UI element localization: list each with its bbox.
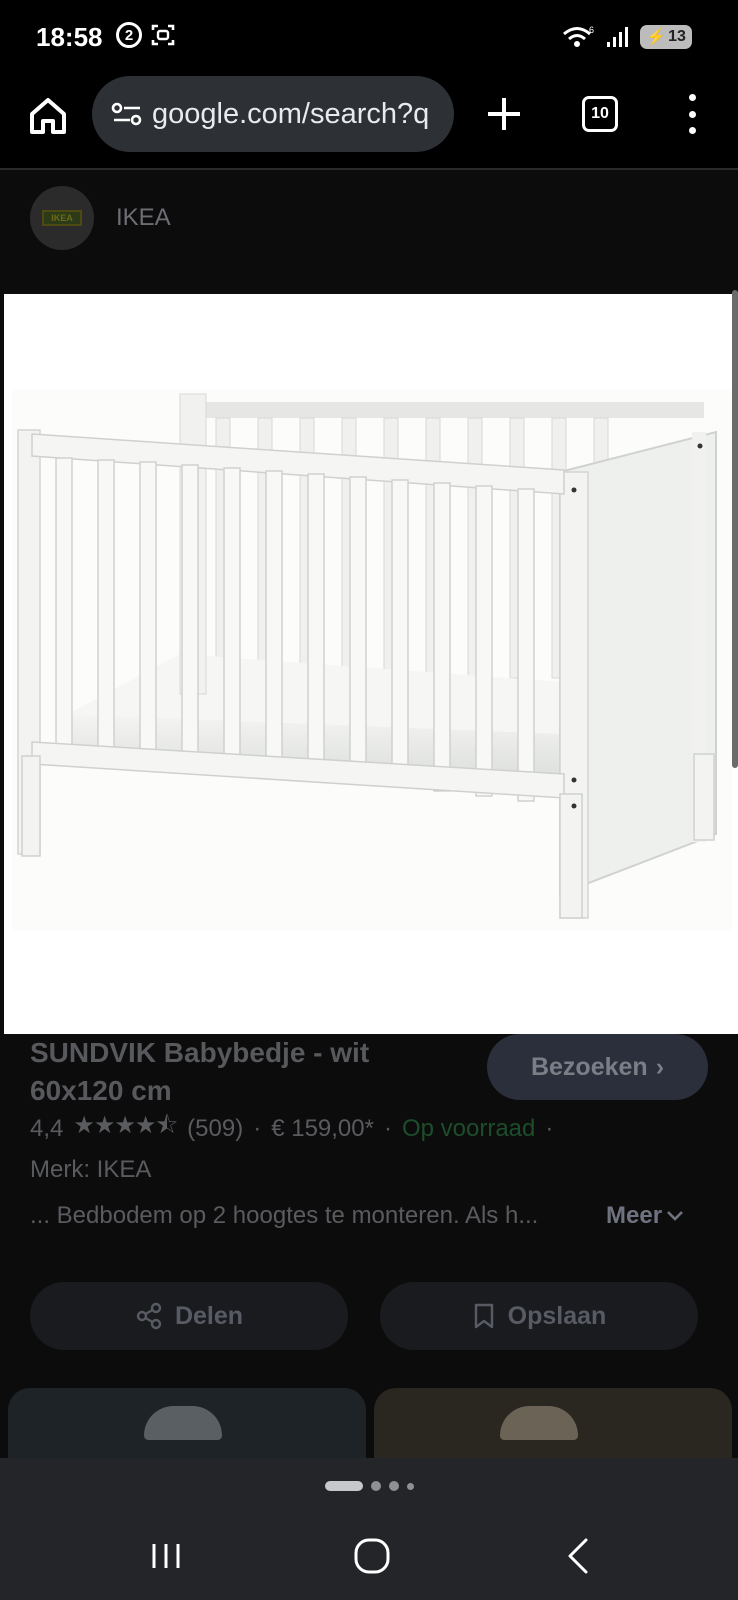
description-row: ... Bedbodem op 2 hoogtes te monteren. A…: [30, 1202, 710, 1230]
carousel-pager: [0, 1458, 738, 1514]
lamp-shape: [500, 1406, 578, 1440]
plus-icon[interactable]: [484, 94, 524, 134]
battery-charging-icon: ⚡ 13: [640, 25, 692, 49]
lamp-shape: [144, 1406, 222, 1440]
charging-bolt-icon: ⚡: [646, 29, 667, 46]
brand: Merk: IKEA: [30, 1156, 152, 1183]
rating-stars-icon: ★★★★⯪: [73, 1112, 178, 1139]
home-icon[interactable]: [26, 94, 70, 138]
visit-label: Bezoeken: [530, 1052, 648, 1081]
chevron-right-icon: ›: [655, 1052, 665, 1081]
status-bar: 18:58 2 6 ⚡ 13: [0, 0, 738, 76]
system-navigation-bar: [0, 1514, 738, 1600]
address-bar[interactable]: google.com/search?q: [92, 76, 454, 152]
price: € 159,00*: [271, 1114, 374, 1142]
description: ... Bedbodem op 2 hoogtes te monteren. A…: [30, 1202, 539, 1229]
status-system-icons: 6 ⚡ 13: [562, 24, 692, 50]
ikea-logo-mark: IKEA: [42, 210, 82, 226]
chevron-down-icon: [667, 1211, 683, 1221]
save-button[interactable]: Opslaan: [380, 1282, 698, 1350]
more-link[interactable]: Meer: [606, 1202, 684, 1230]
separator: ·: [253, 1114, 262, 1142]
share-icon: [136, 1302, 162, 1330]
whatsapp-notification-icon: 2: [116, 22, 142, 48]
svg-text:6: 6: [589, 25, 594, 35]
crib-illustration: [4, 294, 738, 1034]
share-label: Delen: [174, 1301, 244, 1330]
review-count: (509): [187, 1114, 244, 1142]
wifi-icon: 6: [563, 25, 594, 47]
scrollbar[interactable]: [732, 290, 738, 768]
battery-level: 13: [668, 28, 686, 45]
search-result-panel: IKEA IKEA SUNDVIK Babybedje - wit 60x120…: [0, 170, 738, 1458]
product-image[interactable]: [4, 294, 738, 1034]
menu-dot: [688, 110, 696, 118]
pager-dot[interactable]: [370, 1481, 381, 1491]
overflow-menu-icon[interactable]: [682, 94, 702, 134]
menu-dot: [688, 127, 696, 134]
url-text[interactable]: google.com/search?q: [152, 98, 429, 131]
back-icon[interactable]: [558, 1534, 602, 1578]
status-notification-icons: 2: [116, 22, 176, 48]
pager-dot[interactable]: [388, 1481, 399, 1491]
home-button-icon[interactable]: [350, 1534, 394, 1578]
rating-row: 4,4 ★★★★⯪ (509) · € 159,00* · Op voorraa…: [30, 1108, 553, 1149]
browser-toolbar: google.com/search?q 10: [0, 76, 738, 168]
more-label: Meer: [606, 1202, 663, 1229]
product-title[interactable]: SUNDVIK Babybedje - wit 60x120 cm: [30, 1034, 450, 1110]
availability: Op voorraad: [401, 1114, 536, 1142]
separator: ·: [383, 1114, 392, 1142]
related-image-thumbnail[interactable]: [374, 1388, 732, 1458]
share-button[interactable]: Delen: [30, 1282, 348, 1350]
screenshot-icon: [151, 24, 175, 46]
rating-value: 4,4: [30, 1114, 64, 1142]
recent-apps-icon[interactable]: [144, 1534, 188, 1578]
source-name: IKEA: [116, 204, 171, 231]
tab-switcher-button[interactable]: 10: [582, 96, 618, 132]
visit-button[interactable]: Bezoeken ›: [487, 1034, 708, 1100]
pager-active-indicator[interactable]: [324, 1481, 363, 1491]
menu-dot: [688, 94, 696, 101]
signal-icon: [607, 27, 628, 47]
related-image-thumbnail[interactable]: [8, 1388, 366, 1458]
save-label: Opslaan: [507, 1301, 607, 1330]
bookmark-icon: [474, 1303, 493, 1329]
site-settings-icon[interactable]: [110, 99, 144, 129]
ikea-logo: IKEA: [30, 186, 94, 250]
source-row[interactable]: IKEA IKEA: [30, 186, 171, 250]
separator: ·: [545, 1114, 554, 1142]
status-time: 18:58: [36, 22, 103, 52]
pager-dot[interactable]: [406, 1482, 414, 1490]
